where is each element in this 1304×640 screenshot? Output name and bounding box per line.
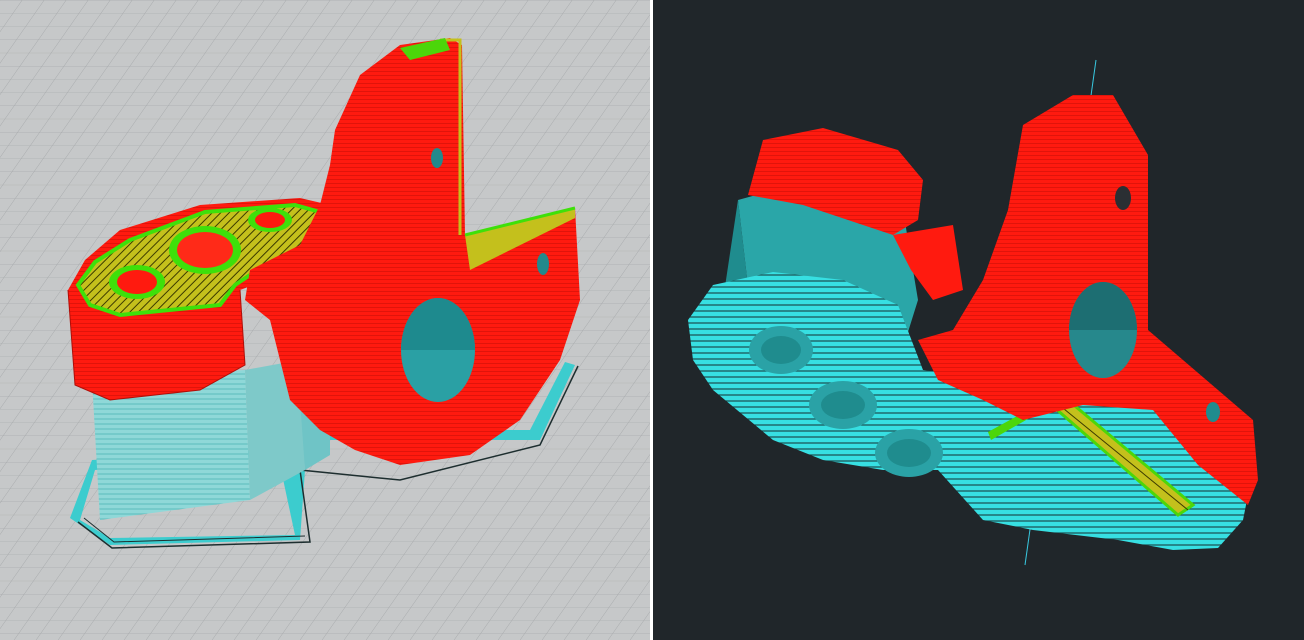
left-3d-viewport[interactable] (0, 0, 650, 640)
left-preview-canvas[interactable] (0, 0, 650, 640)
right-preview-canvas[interactable] (653, 0, 1304, 640)
right-3d-viewport[interactable] (653, 0, 1304, 640)
